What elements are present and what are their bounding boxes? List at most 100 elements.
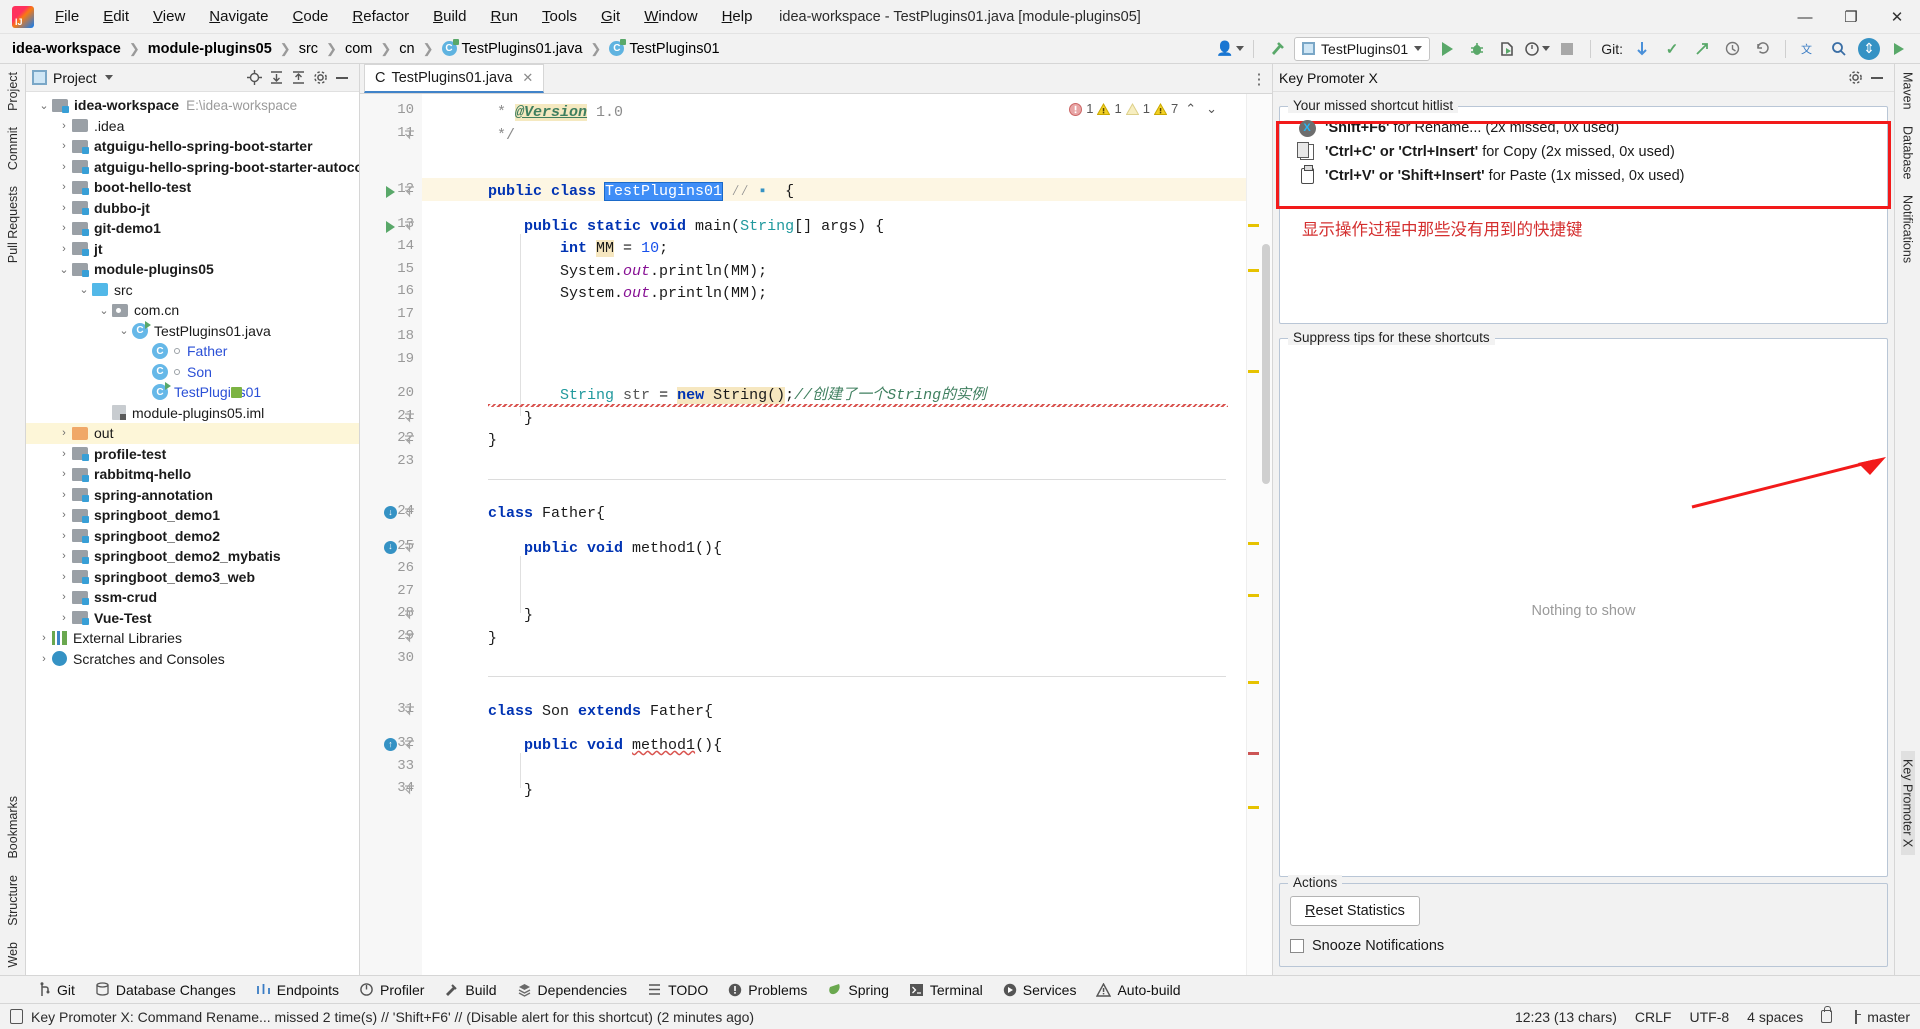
error-stripe-mark[interactable] bbox=[1248, 370, 1259, 373]
breadcrumb-item-1[interactable]: module-plugins05 bbox=[144, 40, 276, 58]
code-line[interactable]: System.out.println(MM); bbox=[488, 283, 767, 306]
code-line[interactable]: * @Version 1.0 bbox=[488, 102, 623, 125]
stripe-button-commit[interactable]: Commit bbox=[6, 119, 20, 178]
run-with-coverage-icon[interactable] bbox=[1494, 37, 1520, 61]
tree-node-springboot-demo2[interactable]: › springboot_demo2 bbox=[26, 526, 359, 547]
git-push-icon[interactable] bbox=[1689, 37, 1715, 61]
tree-node-vue-test[interactable]: › Vue-Test bbox=[26, 608, 359, 629]
tree-node-src[interactable]: ⌄ src bbox=[26, 280, 359, 301]
tree-expander-icon[interactable]: › bbox=[56, 120, 72, 132]
code-line[interactable]: class Father{ bbox=[488, 503, 605, 526]
user-icon[interactable]: 👤 bbox=[1216, 37, 1244, 61]
breadcrumb-item-4[interactable]: cn bbox=[395, 40, 418, 58]
run-configuration-selector[interactable]: TestPlugins01 bbox=[1294, 36, 1431, 61]
menu-run[interactable]: Run bbox=[479, 4, 529, 29]
editor-tab-testplugins01[interactable]: C TestPlugins01.java ✕ bbox=[364, 64, 545, 93]
breadcrumb-item-0[interactable]: idea-workspace bbox=[8, 40, 125, 58]
tool-window-button-dependencies[interactable]: Dependencies bbox=[508, 979, 637, 1001]
code-line[interactable]: public class TestPlugins01 ∕∕ ▪ { bbox=[488, 181, 794, 204]
tree-expander-icon[interactable]: › bbox=[56, 509, 72, 521]
lock-icon[interactable] bbox=[1821, 1006, 1833, 1023]
tree-node-com-cn[interactable]: ⌄ com.cn bbox=[26, 300, 359, 321]
tree-node-scratches-and-consoles[interactable]: › Scratches and Consoles bbox=[26, 649, 359, 670]
error-stripe-mark[interactable] bbox=[1248, 269, 1259, 272]
override-gutter-icon[interactable]: ↓ bbox=[384, 506, 397, 519]
chevron-down-icon[interactable] bbox=[104, 75, 113, 80]
tree-node-spring-annotation[interactable]: › spring-annotation bbox=[26, 485, 359, 506]
menu-tools[interactable]: Tools bbox=[531, 4, 588, 29]
tree-node-dubbo-jt[interactable]: › dubbo-jt bbox=[26, 198, 359, 219]
snooze-checkbox[interactable] bbox=[1290, 939, 1304, 953]
fold-marker-icon[interactable] bbox=[404, 609, 415, 624]
fold-marker-icon[interactable] bbox=[404, 129, 415, 144]
git-branch-widget[interactable]: master bbox=[1850, 1009, 1910, 1025]
reset-statistics-button[interactable]: Reset Statistics bbox=[1290, 896, 1420, 926]
tree-node-father[interactable]: C Father bbox=[26, 341, 359, 362]
tree-expander-icon[interactable]: › bbox=[56, 571, 72, 583]
stripe-button-structure[interactable]: Structure bbox=[6, 867, 20, 934]
breadcrumb-item-2[interactable]: src bbox=[295, 40, 322, 58]
debug-icon[interactable] bbox=[1464, 37, 1490, 61]
breadcrumb-item-3[interactable]: com bbox=[341, 40, 376, 58]
git-history-icon[interactable] bbox=[1719, 37, 1745, 61]
tree-node-out[interactable]: › out bbox=[26, 423, 359, 444]
code-line[interactable]: public void method1(){ bbox=[488, 538, 722, 561]
stripe-button-maven[interactable]: Maven bbox=[1901, 64, 1915, 118]
settings-icon[interactable] bbox=[309, 67, 331, 89]
code-line[interactable]: System.out.println(MM); bbox=[488, 261, 767, 284]
indent-setting[interactable]: 4 spaces bbox=[1747, 1009, 1803, 1025]
shortcut-row-paste[interactable]: 'Ctrl+V' or 'Shift+Insert' for Paste (1x… bbox=[1280, 164, 1887, 188]
run-anything-icon[interactable] bbox=[1886, 37, 1912, 61]
tool-window-button-build[interactable]: Build bbox=[435, 979, 505, 1001]
tree-expander-icon[interactable]: ⌄ bbox=[116, 324, 132, 337]
code-line[interactable]: } bbox=[488, 628, 497, 651]
fold-marker-icon[interactable] bbox=[404, 434, 415, 449]
tree-node-ssm-crud[interactable]: › ssm-crud bbox=[26, 587, 359, 608]
tool-window-button-terminal[interactable]: Terminal bbox=[900, 979, 992, 1001]
tree-expander-icon[interactable]: ⌄ bbox=[76, 283, 92, 296]
menu-build[interactable]: Build bbox=[422, 4, 477, 29]
tree-node-module-plugins05-iml[interactable]: module-plugins05.iml bbox=[26, 403, 359, 424]
tree-expander-icon[interactable]: › bbox=[56, 550, 72, 562]
fold-marker-icon[interactable] bbox=[404, 185, 415, 200]
code-line[interactable]: class Son extends Father{ bbox=[488, 701, 713, 724]
tree-expander-icon[interactable]: › bbox=[56, 161, 72, 173]
caret-position[interactable]: 12:23 (13 chars) bbox=[1515, 1009, 1617, 1025]
menu-navigate[interactable]: Navigate bbox=[198, 4, 279, 29]
tree-node-atguigu-hello-spring-boot-starter[interactable]: › atguigu-hello-spring-boot-starter bbox=[26, 136, 359, 157]
tree-expander-icon[interactable]: › bbox=[56, 243, 72, 255]
code-line[interactable]: public void method1(){ bbox=[488, 735, 722, 758]
tree-node-jt[interactable]: › jt bbox=[26, 239, 359, 260]
hide-panel-icon[interactable] bbox=[1866, 67, 1888, 89]
tree-node-external-libraries[interactable]: › External Libraries bbox=[26, 628, 359, 649]
code-content[interactable]: 1 1 1 7 ⌃ ⌄ * @Version 1.0 */ public clas… bbox=[422, 94, 1246, 975]
tree-node-module-plugins05[interactable]: ⌄ module-plugins05 bbox=[26, 259, 359, 280]
tree-expander-icon[interactable]: › bbox=[56, 222, 72, 234]
git-rollback-icon[interactable] bbox=[1749, 37, 1775, 61]
code-line[interactable]: } bbox=[488, 430, 497, 453]
tool-window-button-todo[interactable]: TODO bbox=[638, 979, 717, 1001]
profiler-icon[interactable] bbox=[1524, 37, 1551, 61]
editor-options-icon[interactable]: ⋮ bbox=[1246, 64, 1272, 93]
error-stripe-mark[interactable] bbox=[1248, 224, 1259, 227]
code-line[interactable]: */ bbox=[488, 125, 515, 148]
menu-window[interactable]: Window bbox=[633, 4, 708, 29]
tree-node-idea-workspace[interactable]: ⌄ idea-workspace E:\idea-workspace bbox=[26, 95, 359, 116]
notification-icon[interactable] bbox=[10, 1009, 23, 1024]
minimize-button[interactable]: — bbox=[1782, 0, 1828, 34]
error-stripe-markers[interactable] bbox=[1246, 94, 1260, 975]
code-line[interactable]: } bbox=[488, 408, 533, 431]
tree-expander-icon[interactable]: › bbox=[56, 140, 72, 152]
close-button[interactable]: ✕ bbox=[1874, 0, 1920, 34]
tool-window-button-services[interactable]: Services bbox=[994, 979, 1086, 1001]
tree-expander-icon[interactable]: ⌄ bbox=[96, 304, 112, 317]
status-message[interactable]: Key Promoter X: Command Rename... missed… bbox=[31, 1009, 754, 1025]
error-stripe-mark[interactable] bbox=[1248, 594, 1259, 597]
code-line[interactable]: int MM = 10; bbox=[488, 238, 668, 261]
menu-view[interactable]: View bbox=[142, 4, 196, 29]
fold-marker-icon[interactable] bbox=[404, 784, 415, 799]
collapse-all-icon[interactable] bbox=[287, 67, 309, 89]
tree-node-git-demo1[interactable]: › git-demo1 bbox=[26, 218, 359, 239]
run-icon[interactable] bbox=[1434, 37, 1460, 61]
breadcrumb-item-5[interactable]: C TestPlugins01.java bbox=[438, 39, 587, 58]
